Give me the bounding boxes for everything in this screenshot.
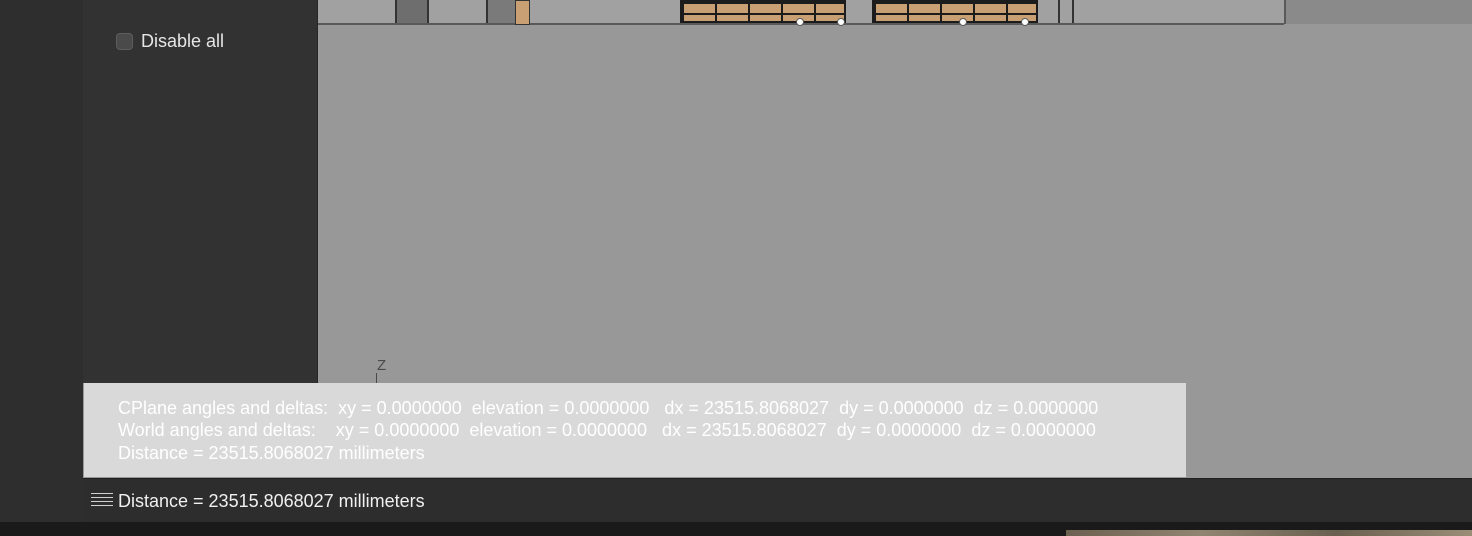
command-bar[interactable]: Distance = 23515.8068027 millimeters xyxy=(83,478,1472,523)
history-line-cplane: CPlane angles and deltas: xy = 0.0000000… xyxy=(118,398,1099,418)
command-history-panel: CPlane angles and deltas: xy = 0.0000000… xyxy=(84,383,1186,477)
axis-z-label: Z xyxy=(377,357,387,374)
disable-all-row[interactable]: Disable all xyxy=(116,31,224,52)
command-line-text: Distance = 23515.8068027 millimeters xyxy=(118,491,425,511)
axis-z-line xyxy=(376,373,377,383)
wood-piece xyxy=(515,0,530,25)
grip-point[interactable] xyxy=(837,18,845,26)
menu-icon[interactable] xyxy=(91,493,113,509)
model-column xyxy=(486,0,518,23)
viewport[interactable]: Z xyxy=(318,0,1472,383)
background-image-strip xyxy=(1066,530,1472,536)
model-column xyxy=(395,0,429,23)
history-line-distance: Distance = 23515.8068027 millimeters xyxy=(118,443,425,463)
model-geometry-strip xyxy=(318,0,1284,26)
wood-grid-block xyxy=(872,0,1038,23)
app-window: Disable all Z CPlane angles and deltas: … xyxy=(0,0,1472,536)
wood-grid-block xyxy=(680,0,846,23)
disable-all-label: Disable all xyxy=(141,31,225,51)
viewport-top-right-block xyxy=(1284,0,1472,24)
grip-point[interactable] xyxy=(1021,18,1029,26)
history-line-world: World angles and deltas: xy = 0.0000000 … xyxy=(118,420,1096,440)
side-panel: Disable all xyxy=(83,0,318,383)
grip-point[interactable] xyxy=(959,18,967,26)
model-column xyxy=(1058,0,1074,23)
disable-all-checkbox[interactable] xyxy=(116,33,133,50)
grip-point[interactable] xyxy=(796,18,804,26)
left-toolbar-strip xyxy=(0,0,83,536)
